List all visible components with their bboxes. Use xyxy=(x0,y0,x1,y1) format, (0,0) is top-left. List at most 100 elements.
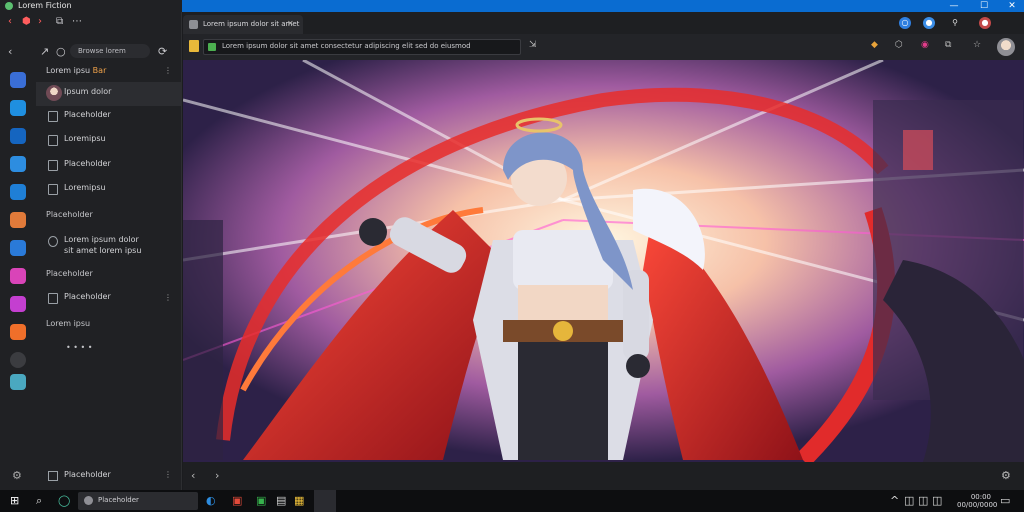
edge-icon[interactable]: ◐ xyxy=(206,494,216,507)
app-rail xyxy=(0,72,36,392)
rail-app-icon-2[interactable] xyxy=(10,100,26,116)
url-text: Lorem ipsum dolor sit amet consectetur a… xyxy=(222,42,471,50)
minimize-button[interactable]: — xyxy=(944,0,964,12)
rail-app-icon-10[interactable] xyxy=(10,324,26,340)
sync-icon[interactable]: ● xyxy=(923,17,935,29)
taskbar-clock[interactable]: 00:00 00/00/0000 xyxy=(957,493,998,509)
back-red-icon[interactable]: ‹ xyxy=(8,16,12,27)
item-menu-icon[interactable]: ⋮ xyxy=(164,293,172,302)
tab-active[interactable]: Lorem ipsum dolor sit amet ✕ xyxy=(183,15,303,34)
sidebar-item-3[interactable]: Loremipsu xyxy=(36,129,181,153)
clock-date: 00/00/0000 xyxy=(957,501,998,509)
artwork-illustration xyxy=(183,60,1024,462)
settings-icon[interactable]: ⚙ xyxy=(12,469,22,482)
rail-app-icon-12[interactable] xyxy=(10,374,26,390)
bookmark-icon[interactable] xyxy=(189,40,199,52)
section-dots: • • • • xyxy=(66,343,93,352)
rail-app-icon-8[interactable] xyxy=(10,268,26,284)
extension-icon[interactable]: ⬢ xyxy=(22,16,31,27)
app-logo-icon xyxy=(5,2,13,10)
rail-app-icon-9[interactable] xyxy=(10,296,26,312)
sidebar-item-6[interactable]: Lorem ipsum dolor sit amet lorem ipsu xyxy=(36,230,181,260)
prev-icon[interactable]: ‹ xyxy=(191,469,195,482)
profile-avatar[interactable] xyxy=(997,38,1015,56)
refresh-icon[interactable]: ○ xyxy=(56,45,66,58)
sidebar-item-4[interactable]: Placeholder xyxy=(36,154,181,178)
page-icon xyxy=(48,471,58,481)
footer-label[interactable]: Placeholder xyxy=(64,470,111,479)
main-pane: Lorem ipsum dolor sit amet ✕ ○ ● ⚲ ● Lor… xyxy=(183,12,1024,490)
app-red-icon[interactable]: ▣ xyxy=(232,494,242,507)
url-input[interactable]: Lorem ipsum dolor sit amet consectetur a… xyxy=(203,39,521,55)
tray-battery-icon[interactable]: ◫ xyxy=(932,494,942,507)
sidebar-item-label: Loremipsu xyxy=(64,134,106,143)
start-windows-icon[interactable]: ⊞ xyxy=(10,494,19,507)
cortana-icon[interactable]: ◯ xyxy=(58,494,70,507)
tray-network-icon[interactable]: ◫ xyxy=(904,494,914,507)
extension-orange-icon[interactable]: ◆ xyxy=(871,40,878,50)
sidebar-item-5[interactable]: Loremipsu xyxy=(36,178,181,202)
more-icon[interactable]: ⋯ xyxy=(72,16,82,27)
app-green-icon[interactable]: ▣ xyxy=(256,494,266,507)
tab-bar: Lorem ipsum dolor sit amet ✕ ○ ● ⚲ ● xyxy=(183,12,1024,34)
rail-app-icon-7[interactable] xyxy=(10,240,26,256)
footer-menu-icon[interactable]: ⋮ xyxy=(164,470,172,479)
close-window-button[interactable]: ✕ xyxy=(1002,0,1022,12)
notification-center-icon[interactable]: ▭ xyxy=(1000,494,1010,507)
collections-icon[interactable]: ⧉ xyxy=(945,40,951,50)
page-icon xyxy=(48,184,58,195)
page-icon xyxy=(48,111,58,122)
search-icon[interactable]: ⌕ xyxy=(36,494,42,508)
tray-volume-icon[interactable]: ◫ xyxy=(918,494,928,507)
share-icon[interactable]: ⇲ xyxy=(529,40,537,50)
back-icon[interactable]: ‹ xyxy=(8,45,12,58)
app-fs-icon[interactable]: ▤ xyxy=(276,494,286,507)
account-icon[interactable]: ○ xyxy=(899,17,911,29)
maximize-button[interactable]: ☐ xyxy=(974,0,994,12)
next-icon[interactable]: › xyxy=(215,469,219,482)
sidebar-item-label: Placeholder xyxy=(64,159,111,168)
rail-app-icon-11[interactable] xyxy=(10,352,26,368)
search-label: Placeholder xyxy=(98,496,139,504)
sidebar-item-2[interactable]: Placeholder xyxy=(36,105,181,129)
page-icon xyxy=(48,293,58,304)
profile-badge-icon[interactable]: ● xyxy=(979,17,991,29)
tab-title: Lorem ipsum dolor sit amet xyxy=(203,20,300,28)
avatar xyxy=(46,85,62,101)
section-header: Placeholder xyxy=(46,210,93,219)
sidebar-item-label: Loremipsu xyxy=(64,183,106,192)
file-explorer-icon[interactable]: ▦ xyxy=(294,494,304,507)
nav-pill[interactable]: Browse lorem xyxy=(70,44,150,58)
tab-close-icon[interactable]: ✕ xyxy=(287,19,294,28)
rail-app-icon-3[interactable] xyxy=(10,128,26,144)
collapse-icon[interactable]: ⟳ xyxy=(158,45,167,58)
rail-app-icon-5[interactable] xyxy=(10,184,26,200)
sidebar-item-label: Placeholder xyxy=(64,110,111,119)
taskbar-search[interactable]: Placeholder xyxy=(78,492,198,510)
section-header: Lorem ipsu xyxy=(46,319,91,328)
sidebar-item-label: Ipsum dolor xyxy=(64,87,112,96)
favorites-icon[interactable]: ☆ xyxy=(973,40,981,50)
lock-icon xyxy=(208,43,216,51)
sidebar-item-7[interactable]: Placeholder xyxy=(36,287,181,311)
group-header-label: Lorem ipsu xyxy=(46,66,91,75)
tray-chevron-icon[interactable]: ^ xyxy=(890,494,899,507)
rail-app-icon-1[interactable] xyxy=(10,72,26,88)
rail-app-icon-4[interactable] xyxy=(10,156,26,172)
translate-icon[interactable]: ⬡ xyxy=(895,40,903,50)
group-menu-icon[interactable]: ⋮ xyxy=(164,66,172,75)
settings-gear-icon[interactable]: ⚙ xyxy=(1001,469,1011,482)
forward-red-icon[interactable]: › xyxy=(38,16,42,27)
app-title: Lorem Fiction xyxy=(18,1,72,10)
sidebar: ‹ ⬢ › ⧉ ⋯ ‹ ↗ ○ Browse lorem ⟳ Lorem ips… xyxy=(0,12,182,490)
sidebar-item-profile[interactable]: Ipsum dolor xyxy=(36,82,181,106)
active-app-slot[interactable] xyxy=(314,490,336,512)
rail-app-icon-6[interactable] xyxy=(10,212,26,228)
section-header: Placeholder xyxy=(46,269,93,278)
artwork-image xyxy=(183,60,1024,462)
notifications-icon[interactable]: ⚲ xyxy=(949,17,961,29)
tab-favicon-icon xyxy=(189,20,198,29)
copy-icon[interactable]: ⧉ xyxy=(56,16,63,27)
pin-icon[interactable]: ↗ xyxy=(40,45,49,58)
search-pink-icon[interactable]: ◉ xyxy=(921,40,929,50)
